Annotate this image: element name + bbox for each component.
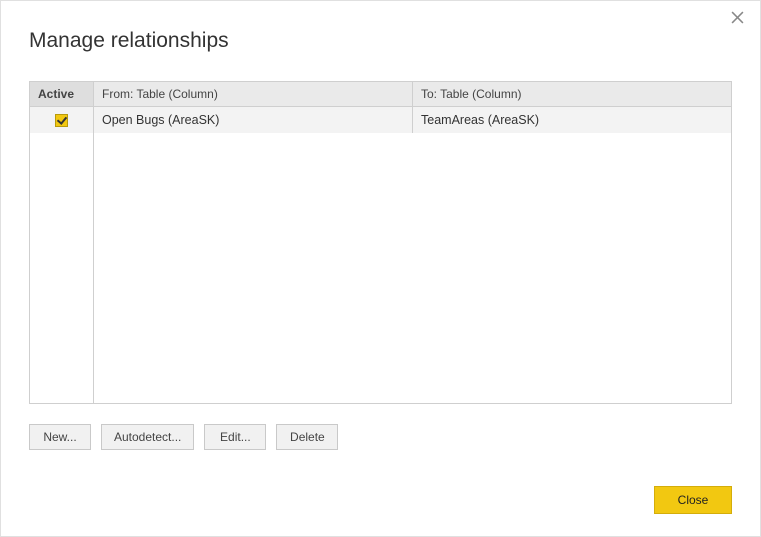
relationships-table: Active From: Table (Column) To: Table (C…: [29, 81, 732, 404]
column-header-from[interactable]: From: Table (Column): [94, 82, 413, 106]
column-header-active[interactable]: Active: [30, 82, 94, 106]
dialog-title: Manage relationships: [29, 29, 732, 53]
data-columns-body: Open Bugs (AreaSK) TeamAreas (AreaSK): [94, 107, 731, 403]
table-body: Open Bugs (AreaSK) TeamAreas (AreaSK): [30, 107, 731, 403]
manage-relationships-dialog: Manage relationships Active From: Table …: [1, 1, 760, 536]
close-icon[interactable]: [728, 11, 746, 29]
close-button[interactable]: Close: [654, 486, 732, 514]
active-checkbox[interactable]: [55, 114, 68, 127]
table-header-row: Active From: Table (Column) To: Table (C…: [30, 82, 731, 107]
active-column-body: [30, 107, 94, 403]
to-cell: TeamAreas (AreaSK): [413, 107, 731, 133]
new-button[interactable]: New...: [29, 424, 91, 450]
column-header-to[interactable]: To: Table (Column): [413, 82, 731, 106]
from-cell: Open Bugs (AreaSK): [94, 107, 413, 133]
edit-button[interactable]: Edit...: [204, 424, 266, 450]
action-buttons: New... Autodetect... Edit... Delete: [29, 424, 732, 450]
delete-button[interactable]: Delete: [276, 424, 338, 450]
autodetect-button[interactable]: Autodetect...: [101, 424, 194, 450]
dialog-footer: Close: [29, 450, 732, 514]
table-row[interactable]: Open Bugs (AreaSK) TeamAreas (AreaSK): [94, 107, 731, 133]
active-checkbox-cell: [30, 107, 93, 133]
